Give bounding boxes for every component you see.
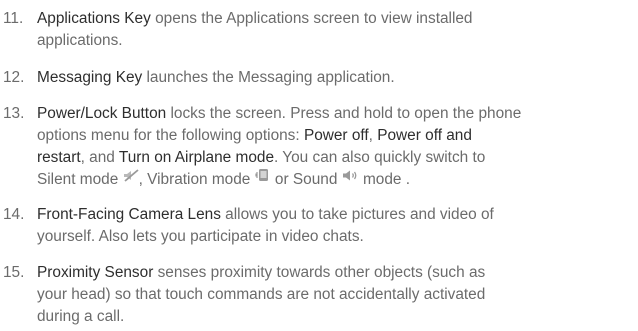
separator: , bbox=[368, 127, 378, 144]
option-power-off: Power off bbox=[303, 127, 369, 144]
item-term: Applications Key bbox=[37, 10, 151, 27]
item-term: Front-Facing Camera Lens bbox=[37, 206, 221, 223]
item-term: Messaging Key bbox=[37, 69, 143, 86]
option-power-off-restart: Power off and bbox=[377, 127, 472, 144]
item-description-cont: during a call. bbox=[37, 308, 125, 325]
vibration-mode-label: , Vibration mode bbox=[138, 171, 255, 189]
item-text: Messaging Key launches the Messaging app… bbox=[37, 67, 635, 89]
item-text: Power/Lock Button locks the screen. Pres… bbox=[37, 103, 635, 191]
item-term: Power/Lock Button bbox=[37, 105, 167, 122]
item-number: 15. bbox=[3, 264, 25, 281]
item-description: locks the screen. Press and hold to open… bbox=[166, 105, 522, 122]
item-description-cont: your head) so that touch commands are no… bbox=[37, 286, 486, 303]
item-description-cont: yourself. Also lets you participate in v… bbox=[37, 228, 364, 245]
item-description-cont: applications. bbox=[37, 32, 123, 49]
item-number: 12. bbox=[3, 69, 25, 86]
option-power-off-restart-cont: restart bbox=[37, 149, 81, 166]
or-sound-label: or Sound bbox=[270, 171, 342, 189]
item-description: allows you to take pictures and video of bbox=[220, 206, 494, 223]
item-number: 13. bbox=[3, 105, 25, 122]
item-description-cont: options menu for the following options: bbox=[37, 127, 304, 144]
separator: , and bbox=[80, 149, 119, 166]
option-airplane-mode: Turn on Airplane mode bbox=[118, 149, 274, 166]
silent-mode-label: Silent mode bbox=[37, 171, 123, 189]
item-description: opens the Applications screen to view in… bbox=[150, 10, 473, 27]
item-text: Applications Key opens the Applications … bbox=[37, 8, 635, 52]
item-description: launches the Messaging application. bbox=[142, 69, 395, 86]
mute-icon bbox=[123, 167, 139, 189]
mode-end-label: mode . bbox=[358, 171, 410, 189]
item-number: 14. bbox=[3, 206, 25, 223]
item-description: senses proximity towards other objects (… bbox=[153, 264, 486, 281]
item-description-cont: . You can also quickly switch to bbox=[274, 149, 486, 166]
item-number: 11. bbox=[3, 10, 24, 27]
item-term: Proximity Sensor bbox=[37, 264, 154, 281]
item-text: Proximity Sensor senses proximity toward… bbox=[37, 262, 635, 328]
item-text: Front-Facing Camera Lens allows you to t… bbox=[37, 204, 635, 248]
speaker-icon bbox=[342, 167, 359, 189]
vibrate-icon bbox=[255, 167, 271, 189]
